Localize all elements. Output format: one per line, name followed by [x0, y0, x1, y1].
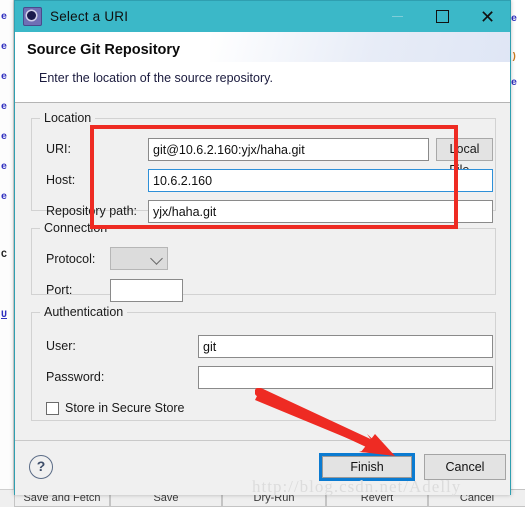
- checkbox-icon: [46, 401, 59, 415]
- user-label: User:: [46, 339, 76, 353]
- bg-fragment: e: [511, 78, 518, 89]
- host-label: Host:: [46, 173, 76, 187]
- authentication-group-legend: Authentication: [44, 305, 124, 319]
- page-title: Source Git Repository: [27, 42, 181, 58]
- password-label: Password:: [46, 370, 105, 384]
- cancel-button[interactable]: Cancel: [424, 454, 506, 480]
- store-in-secure-store-checkbox[interactable]: Store in Secure Store: [46, 401, 185, 415]
- authentication-group: Authentication User: Password: Store in …: [31, 305, 496, 421]
- repository-path-label: Repository path:: [46, 204, 138, 218]
- uri-input[interactable]: [148, 138, 429, 161]
- close-icon: ✕: [479, 6, 496, 27]
- connection-group: Connection Protocol: Port:: [31, 221, 496, 302]
- finish-button[interactable]: Finish: [322, 456, 412, 478]
- background-left-strip: e e e e e e e C U: [0, 0, 14, 507]
- location-group-legend: Location: [44, 111, 92, 125]
- bg-fragment: e: [1, 132, 8, 143]
- store-in-secure-store-label: Store in Secure Store: [65, 401, 185, 415]
- password-input[interactable]: [198, 366, 493, 389]
- local-file-button[interactable]: Local File...: [436, 138, 493, 177]
- bg-fragment: U: [1, 310, 8, 321]
- bg-fragment: ): [511, 52, 518, 63]
- bg-fragment: e: [1, 72, 8, 83]
- chevron-down-icon: [150, 252, 163, 265]
- user-input[interactable]: [198, 335, 493, 358]
- bg-fragment: e: [511, 14, 518, 25]
- dialog-header: Source Git Repository Enter the location…: [15, 32, 510, 103]
- repository-path-input[interactable]: [148, 200, 493, 223]
- port-input[interactable]: [110, 279, 183, 302]
- uri-label: URI:: [46, 142, 71, 156]
- bg-fragment: e: [1, 192, 8, 203]
- bg-fragment: e: [1, 12, 8, 23]
- dialog-titlebar[interactable]: Select a URI ✕: [15, 1, 510, 32]
- select-a-uri-dialog: Select a URI ✕ Source Git Repository Ent…: [14, 0, 511, 495]
- dialog-footer: ? Finish Cancel: [15, 440, 510, 495]
- page-description: Enter the location of the source reposit…: [39, 71, 273, 85]
- bg-fragment: e: [1, 42, 8, 53]
- maximize-button[interactable]: [420, 1, 465, 32]
- maximize-icon: [436, 10, 449, 23]
- dialog-title: Select a URI: [50, 9, 129, 24]
- bg-fragment: C: [1, 250, 8, 261]
- dialog-body: Location URI: Local File... Host: Reposi…: [15, 103, 510, 440]
- bg-fragment: e: [1, 162, 8, 173]
- close-button[interactable]: ✕: [465, 1, 510, 32]
- connection-group-legend: Connection: [44, 221, 108, 235]
- protocol-label: Protocol:: [46, 252, 96, 266]
- header-sheen: [210, 32, 510, 62]
- minimize-button[interactable]: [375, 1, 420, 32]
- help-icon[interactable]: ?: [29, 455, 53, 479]
- window-controls: ✕: [375, 1, 510, 32]
- bg-fragment: e: [1, 102, 8, 113]
- location-group: Location URI: Local File... Host: Reposi…: [31, 111, 496, 223]
- port-label: Port:: [46, 283, 73, 297]
- protocol-select[interactable]: [110, 247, 168, 270]
- finish-button-focus-ring: Finish: [319, 453, 415, 481]
- gear-icon: [23, 7, 42, 26]
- background-right-strip: e ) e: [511, 0, 525, 507]
- minimize-icon: [392, 15, 403, 18]
- host-input[interactable]: [148, 169, 493, 192]
